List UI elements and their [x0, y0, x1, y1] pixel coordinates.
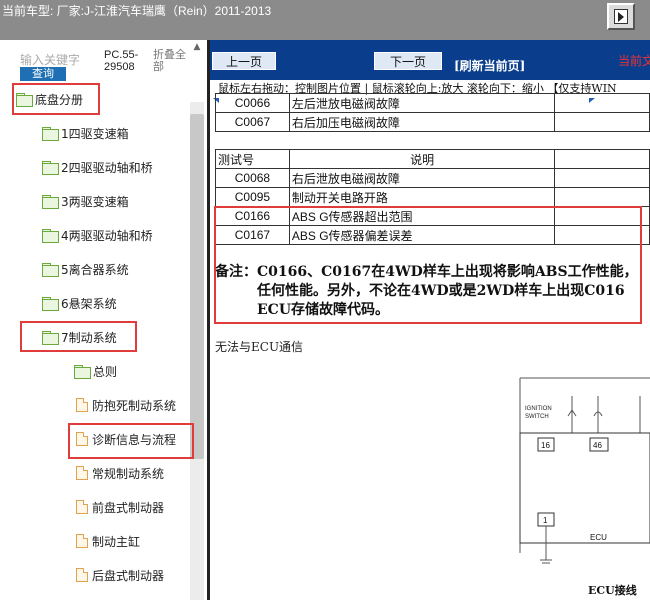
table-cell — [554, 168, 650, 188]
tree-item-label: 4两驱驱动轴和桥 — [61, 228, 153, 243]
current-doc-label: 当前文 — [618, 54, 650, 68]
prev-page-button[interactable]: 上一页 — [212, 52, 276, 103]
tree-item-label: 后盘式制动器 — [92, 568, 165, 583]
dtc-desc: 制动开关电路开路 — [288, 187, 556, 207]
document-viewer: 上一页 下一页 [刷新当前页] 当前文 鼠标左右拖动：控制图片位置 | 鼠标滚轮… — [210, 40, 650, 600]
folder-icon — [74, 365, 91, 379]
app-window: 当前车型: 厂家:J-江淮汽车瑞鹰（Rein）2011-2013 查询 PC.5… — [0, 0, 650, 600]
table-cell — [554, 112, 650, 132]
next-page-button[interactable]: 下一页 — [374, 52, 595, 103]
refresh-page-link[interactable]: [刷新当前页] — [454, 57, 525, 74]
document-icon — [76, 466, 88, 480]
table-row: C0068 右后泄放电磁阀故障 — [215, 168, 650, 188]
highlight-box — [214, 206, 642, 324]
toggle-panel-button[interactable] — [607, 3, 635, 30]
tree-item-label: 6悬架系统 — [61, 296, 117, 311]
pin-label: 16 — [541, 441, 550, 450]
tree-item-label: 前盘式制动器 — [92, 500, 165, 515]
tree-item-label: 常规制动系统 — [92, 466, 165, 481]
pin-label: 1 — [543, 516, 548, 525]
tree-item-label: 总则 — [93, 364, 118, 379]
folder-icon — [42, 127, 59, 141]
folder-icon — [42, 229, 59, 243]
play-icon — [614, 9, 628, 24]
tree-item-abs[interactable]: 防抱死制动系统 — [76, 394, 176, 416]
pin-label: 46 — [593, 441, 602, 450]
table-header-row: 测试号 说明 — [215, 149, 650, 169]
document-icon — [76, 500, 88, 514]
column-header: 说明 — [288, 149, 556, 169]
collapse-all-button[interactable]: 折叠全部 — [153, 49, 189, 73]
ecu-label: ECU — [590, 533, 607, 542]
model-code: PC.55-29508 — [104, 49, 139, 73]
folder-icon — [42, 297, 59, 311]
highlight-box — [68, 423, 194, 459]
dtc-desc: 右后加压电磁阀故障 — [288, 112, 556, 132]
dtc-desc: 左后泄放电磁阀故障 — [288, 93, 556, 113]
document-icon — [76, 534, 88, 548]
tree-item-label: 5离合器系统 — [61, 262, 129, 277]
tree-item-label: 1四驱变速箱 — [61, 126, 129, 141]
tree-item-conventional-brake[interactable]: 常规制动系统 — [76, 462, 164, 484]
folder-icon — [42, 195, 59, 209]
table-row: C0067 右后加压电磁阀故障 — [215, 112, 650, 132]
scrollbar-thumb[interactable] — [190, 114, 204, 459]
tree-item-master-cylinder[interactable]: 制动主缸 — [76, 530, 140, 552]
tree-item-label: 制动主缸 — [92, 534, 141, 549]
folder-icon — [42, 263, 59, 277]
document-icon — [76, 398, 88, 412]
tree-item-2wd-transmission[interactable]: 3两驱变速箱 — [42, 190, 129, 212]
tree-item-general[interactable]: 总则 — [74, 360, 117, 382]
document-icon — [76, 568, 88, 582]
title-bar: 当前车型: 厂家:J-江淮汽车瑞鹰（Rein）2011-2013 — [0, 0, 650, 40]
viewer-toolbar: 上一页 下一页 [刷新当前页] 当前文 — [210, 40, 650, 103]
dtc-table-1: C0066 左后泄放电磁阀故障 C0067 右后加压电磁阀故障 — [215, 93, 650, 132]
scroll-up-icon[interactable]: ▲ — [190, 40, 204, 54]
dtc-desc: 右后泄放电磁阀故障 — [288, 168, 556, 188]
table-cell — [554, 93, 650, 113]
highlight-box — [12, 83, 100, 115]
tree-item-4wd-transmission[interactable]: 1四驱变速箱 — [42, 122, 129, 144]
prev-page-label: 上一页 — [225, 54, 262, 69]
table-cell — [554, 187, 650, 207]
ignition-label: SWITCH — [525, 414, 549, 420]
table-row: C0066 左后泄放电磁阀故障 — [215, 93, 650, 113]
dtc-code: C0066 — [215, 93, 290, 113]
ecu-wiring-diagram: IGNITION SWITCH 16 46 1 ECU ECU接线 — [519, 377, 650, 597]
tree-item-clutch[interactable]: 5离合器系统 — [42, 258, 129, 280]
highlight-box — [20, 321, 137, 352]
sidebar: 查询 PC.55-29508 折叠全部 ▲ 底盘分册 1四驱变速箱 2四驱驱动轴… — [0, 40, 207, 600]
tree-item-front-disc-brake[interactable]: 前盘式制动器 — [76, 496, 164, 518]
ignition-label: IGNITION — [525, 406, 552, 412]
column-header: 测试号 — [215, 149, 290, 169]
tree-item-label: 2四驱驱动轴和桥 — [61, 160, 153, 175]
query-button[interactable]: 查询 — [20, 67, 66, 81]
document-page[interactable]: C0066 左后泄放电磁阀故障 C0067 右后加压电磁阀故障 测试号 说明 C… — [210, 93, 650, 600]
dtc-code: C0095 — [215, 187, 290, 207]
tree-item-label: 防抱死制动系统 — [92, 398, 177, 413]
current-model-title: 当前车型: 厂家:J-江淮汽车瑞鹰（Rein）2011-2013 — [2, 4, 272, 18]
tree-item-label: 3两驱变速箱 — [61, 194, 129, 209]
tree-item-rear-disc-brake[interactable]: 后盘式制动器 — [76, 564, 164, 586]
tree-item-2wd-axle[interactable]: 4两驱驱动轴和桥 — [42, 224, 153, 246]
dtc-code: C0067 — [215, 112, 290, 132]
table-cell — [554, 149, 650, 169]
tree-item-4wd-axle[interactable]: 2四驱驱动轴和桥 — [42, 156, 153, 178]
next-page-label: 下一页 — [389, 54, 426, 69]
table-row: C0095 制动开关电路开路 — [215, 187, 650, 207]
diagram-caption: ECU接线 — [588, 583, 637, 597]
section-heading: 无法与ECU通信 — [215, 340, 304, 354]
dtc-code: C0068 — [215, 168, 290, 188]
tree-item-suspension[interactable]: 6悬架系统 — [42, 292, 117, 314]
folder-icon — [42, 161, 59, 175]
